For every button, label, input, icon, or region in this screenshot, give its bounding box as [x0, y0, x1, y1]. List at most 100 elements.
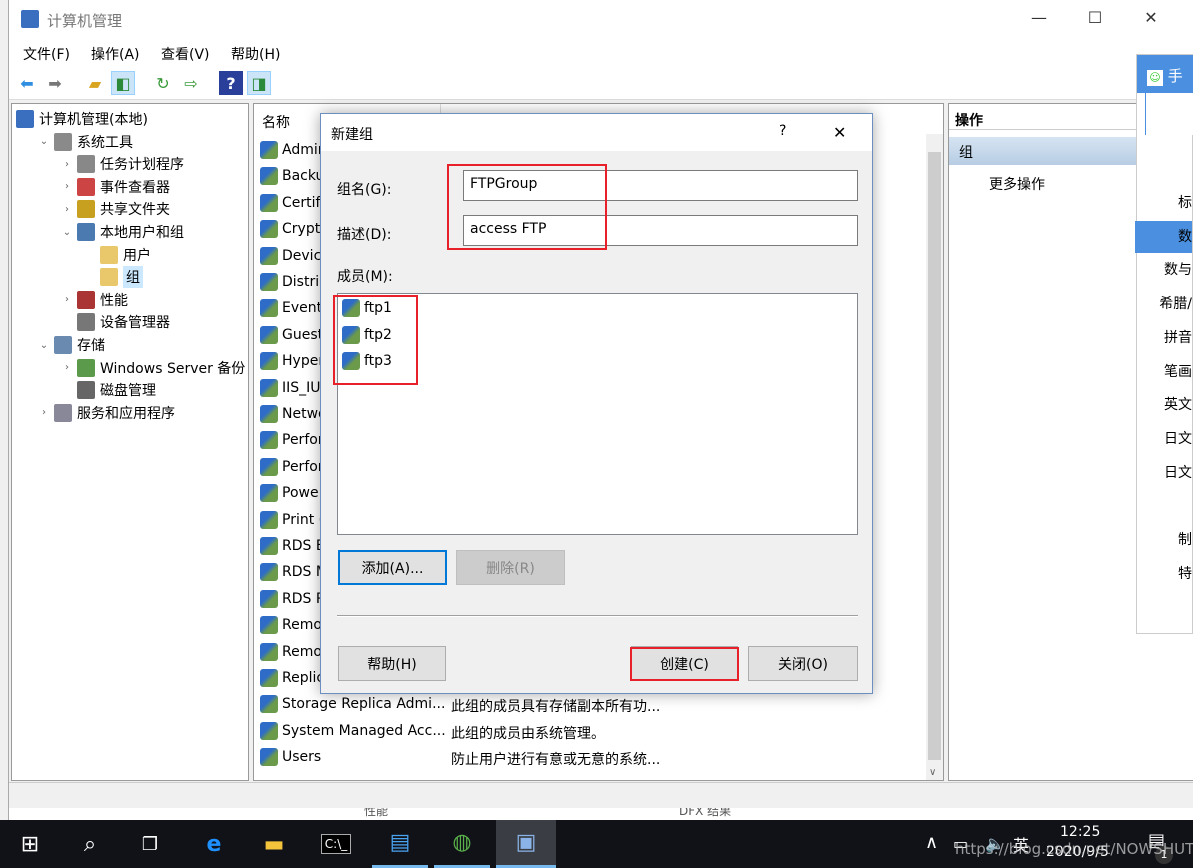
close-dialog-button[interactable]: 关闭(O)	[748, 646, 858, 681]
tree-node-icon	[54, 336, 72, 354]
dialog-help-button[interactable]: ?	[779, 123, 786, 139]
ime-menu-item[interactable]	[1135, 490, 1192, 522]
file-explorer-icon[interactable]: ▬	[246, 820, 302, 868]
menu-file[interactable]: 文件(F)	[23, 44, 70, 64]
show-action-pane-icon[interactable]: ◨	[247, 71, 271, 95]
tree-item[interactable]: 设备管理器	[62, 311, 170, 333]
more-actions-link[interactable]: 更多操作	[989, 174, 1045, 194]
tree-item-label: 存储	[77, 338, 105, 354]
bg-text-dfx: DFX 结果	[679, 808, 732, 818]
scrollbar-thumb[interactable]	[928, 152, 941, 760]
group-icon	[260, 510, 278, 529]
task-view-icon[interactable]: ❐	[122, 820, 178, 868]
maximize-button[interactable]: ☐	[1085, 8, 1105, 27]
forward-icon[interactable]: ➡	[43, 71, 67, 95]
refresh-icon[interactable]: ↻	[151, 71, 175, 95]
back-icon[interactable]: ⬅	[15, 71, 39, 95]
ime-menu-item[interactable]: 拼音	[1135, 322, 1192, 354]
expand-icon[interactable]: ›	[62, 362, 72, 373]
expand-icon[interactable]: ›	[62, 181, 72, 192]
group-icon	[260, 299, 278, 318]
tree-item[interactable]: › Windows Server 备份	[62, 357, 245, 379]
help-button[interactable]: 帮助(H)	[338, 646, 446, 681]
collapse-icon[interactable]: ⌄	[39, 340, 49, 351]
help-icon[interactable]: ?	[219, 71, 243, 95]
tree-item[interactable]: 用户	[85, 244, 151, 266]
dialog-title: 新建组	[331, 127, 373, 143]
table-row[interactable]: Users 防止用户进行有意或无意的系统...	[260, 744, 920, 770]
highlight-box-create	[630, 647, 739, 681]
expand-icon[interactable]: ›	[62, 159, 72, 170]
menu-view[interactable]: 查看(V)	[161, 44, 210, 64]
group-name: Replic	[282, 670, 325, 686]
export-list-icon[interactable]: ⇨	[179, 71, 203, 95]
show-hide-tree-icon[interactable]: ◧	[111, 71, 135, 95]
highlight-box-fields	[447, 164, 607, 250]
tree-item[interactable]: ⌄ 本地用户和组	[62, 221, 184, 243]
group-name: Remo	[282, 617, 322, 634]
toolbar: ⬅ ➡ ▰ ◧ ↻ ⇨ ? ◨	[9, 66, 1193, 100]
vertical-scrollbar[interactable]: ∨	[926, 134, 943, 780]
tree-item-label: 系统工具	[77, 134, 133, 151]
tree-item[interactable]: 磁盘管理	[62, 379, 156, 401]
ime-menu-item[interactable]: 标	[1135, 187, 1192, 219]
add-button[interactable]: 添加(A)...	[338, 550, 447, 585]
menu-help[interactable]: 帮助(H)	[231, 44, 280, 64]
group-icon	[260, 378, 278, 397]
tree-item[interactable]: 组	[85, 266, 143, 289]
table-row[interactable]: System Managed Acc... 此组的成员由系统管理。	[260, 718, 920, 744]
tree-item[interactable]: › 事件查看器	[62, 176, 170, 198]
tree-item[interactable]: › 服务和应用程序	[39, 402, 175, 424]
tree-item[interactable]: › 任务计划程序	[62, 153, 184, 175]
ime-input[interactable]	[1145, 93, 1193, 135]
expand-icon[interactable]: ›	[62, 204, 72, 215]
tree-item[interactable]: › 性能	[62, 289, 128, 311]
tree-node-icon	[16, 110, 34, 128]
ime-menu-item[interactable]: 日文	[1135, 457, 1192, 489]
iis-manager-icon[interactable]: ◍	[434, 820, 490, 868]
tree-item[interactable]: ⌄ 存储	[39, 334, 105, 356]
menu-action[interactable]: 操作(A)	[91, 44, 140, 64]
collapse-icon[interactable]: ⌄	[39, 136, 49, 147]
show-hidden-icons[interactable]: ∧	[925, 832, 938, 853]
ime-menu-item[interactable]: 英文	[1135, 389, 1192, 421]
tree-item-label: 性能	[100, 292, 128, 309]
table-row[interactable]: Storage Replica Admi... 此组的成员具有存储副本所有功...	[260, 691, 920, 717]
ie-icon[interactable]: e	[186, 820, 242, 868]
server-manager-icon[interactable]: ▤	[372, 820, 428, 868]
expand-icon[interactable]: ›	[62, 294, 72, 305]
expand-icon[interactable]: ›	[39, 407, 49, 418]
tree-node-icon	[100, 245, 118, 264]
clock-time[interactable]: 12:25	[1060, 824, 1100, 840]
tree-item[interactable]: ⌄ 系统工具	[39, 131, 133, 153]
up-folder-icon[interactable]: ▰	[83, 71, 107, 95]
ime-titlebar: ☺ 手	[1137, 55, 1193, 93]
column-header-name[interactable]: 名称	[262, 112, 290, 132]
close-button[interactable]: ✕	[1141, 8, 1161, 27]
ime-menu-item[interactable]: 希腊/	[1135, 288, 1192, 320]
computer-management-icon[interactable]: ▣	[496, 820, 556, 868]
ime-menu-item[interactable]: 数与	[1135, 254, 1192, 286]
tree-item[interactable]: 计算机管理(本地)	[16, 108, 148, 130]
ime-menu-item[interactable]: 特	[1135, 558, 1192, 590]
ime-menu-item[interactable]: 数	[1135, 220, 1192, 253]
group-icon	[260, 167, 278, 186]
search-icon[interactable]: ⌕	[62, 820, 118, 868]
start-icon[interactable]: ⊞	[2, 820, 58, 868]
remove-button[interactable]: 删除(R)	[456, 550, 565, 585]
dialog-close-button[interactable]: ✕	[833, 123, 846, 142]
ime-menu-item[interactable]: 制	[1135, 524, 1192, 556]
ime-menu-item[interactable]: 笔画	[1135, 356, 1192, 388]
title-bar[interactable]: 计算机管理 — ☐ ✕	[9, 0, 1193, 38]
group-icon	[260, 563, 278, 582]
cmd-icon[interactable]: C:\_	[308, 820, 364, 868]
scroll-down-icon[interactable]: ∨	[929, 767, 936, 778]
group-icon	[260, 589, 278, 608]
minimize-button[interactable]: —	[1029, 8, 1049, 27]
highlight-box-members	[333, 295, 418, 385]
dialog-titlebar[interactable]: 新建组 ? ✕	[321, 114, 872, 151]
collapse-icon[interactable]: ⌄	[62, 227, 72, 238]
tree-item[interactable]: › 共享文件夹	[62, 198, 170, 220]
ime-menu-item[interactable]: 日文	[1135, 423, 1192, 455]
group-name-label: 组名(G):	[337, 182, 392, 198]
